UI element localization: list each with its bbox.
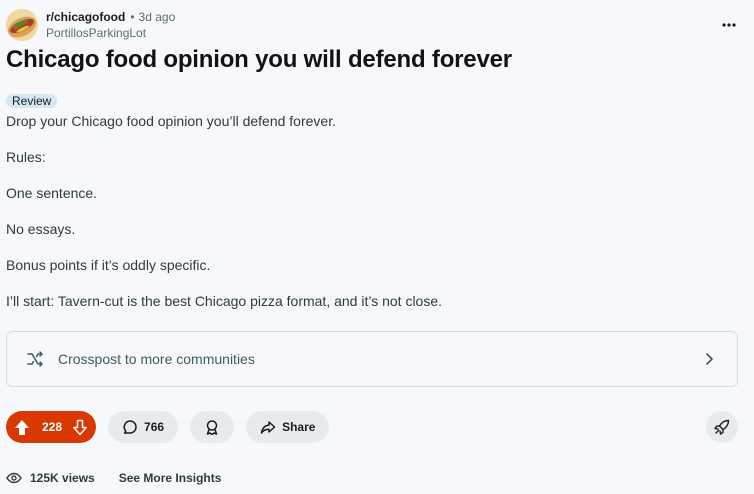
vote-control: 228 [6,411,97,443]
insights-bar: 125K views See More Insights [6,470,221,486]
post-page: r/chicagofood • 3d ago PortillosParkingL… [0,0,754,494]
post-title: Chicago food opinion you will defend for… [6,46,512,73]
award-button[interactable] [190,411,235,443]
downvote-button[interactable] [70,417,90,437]
author-link[interactable]: PortillosParkingLot [46,25,175,41]
body-paragraph: One sentence. [6,185,98,201]
meta-row: r/chicagofood • 3d ago [46,9,175,25]
chevron-right-icon [706,353,713,365]
views-label: 125K views [30,471,95,485]
boost-button[interactable] [706,411,738,443]
body-paragraph: Drop your Chicago food opinion you’ll de… [6,113,336,129]
comments-button[interactable]: 766 [108,411,179,443]
post-meta: r/chicagofood • 3d ago PortillosParkingL… [46,9,175,41]
body-paragraph: I’ll start: Tavern-cut is the best Chica… [6,293,443,309]
award-icon [206,420,218,435]
downvote-icon [73,419,87,435]
post-body: Drop your Chicago food opinion you’ll de… [6,112,726,328]
subreddit-avatar[interactable] [6,9,38,41]
share-label: Share [282,420,316,434]
subreddit-link[interactable]: r/chicagofood [46,9,125,25]
body-paragraph: Rules: [6,149,46,165]
crosspost-label: Crosspost to more communities [58,351,255,367]
crosspost-icon [25,349,45,369]
post-flair[interactable]: Review [6,94,58,108]
vote-count: 228 [42,420,63,434]
upvote-button[interactable] [12,417,32,437]
boost-icon [714,419,730,435]
post-header: r/chicagofood • 3d ago PortillosParkingL… [6,9,175,41]
comment-icon [123,420,137,434]
body-paragraph: No essays. [6,221,76,237]
action-bar: 228 766 Share [6,411,330,443]
more-icon [722,23,736,27]
post-time: 3d ago [138,10,176,24]
body-paragraph: Bonus points if it’s oddly specific. [6,257,211,273]
share-icon [260,421,276,434]
crosspost-button[interactable]: Crosspost to more communities [6,331,738,387]
eye-icon [6,472,22,484]
meta-separator: • [130,10,135,24]
more-options-button[interactable] [718,14,740,36]
views-count: 125K views [6,470,95,486]
share-button[interactable]: Share [246,411,330,443]
upvote-icon [15,419,29,435]
comment-count: 766 [144,420,165,434]
see-more-insights-link[interactable]: See More Insights [119,471,222,485]
hotdog-avatar-icon [6,9,38,41]
